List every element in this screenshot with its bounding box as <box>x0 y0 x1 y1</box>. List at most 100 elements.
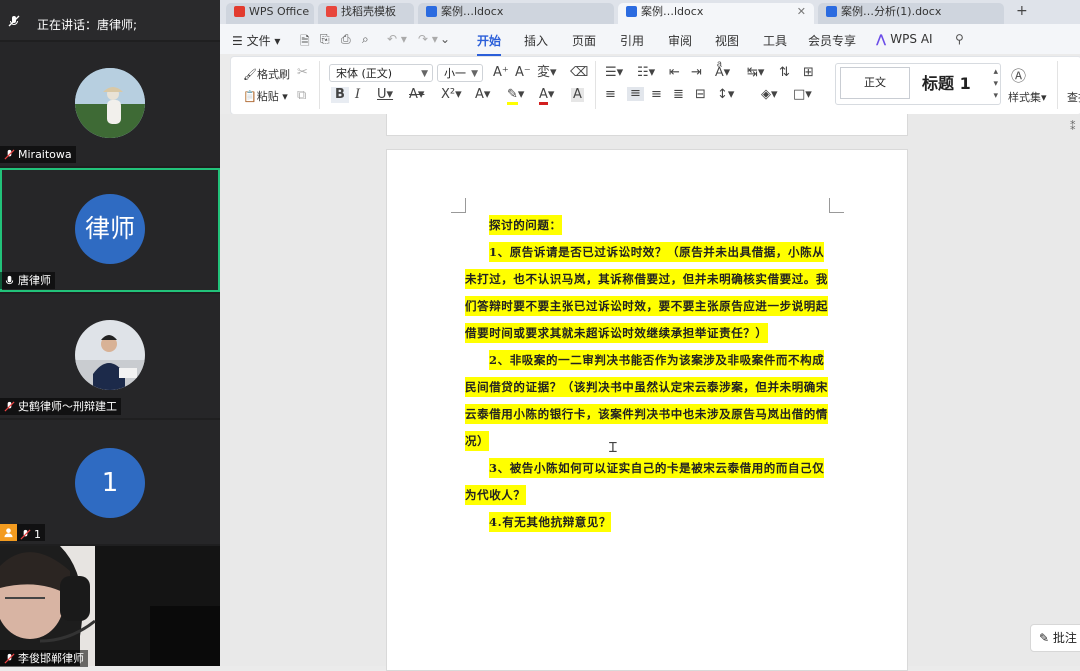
bold-button[interactable]: B <box>331 87 349 103</box>
char-shading-button[interactable]: A <box>571 88 584 102</box>
template-icon <box>326 6 337 17</box>
document-tab-bar: WPS Office 找稻壳模板 案例…ldocx 案例…ldocx ✕ 案例…分… <box>220 0 1080 24</box>
font-size-select[interactable]: 小一 ▼ <box>437 64 483 82</box>
print-preview-icon[interactable]: ⌕ <box>362 32 369 47</box>
speaking-text: 正在讲话：唐律师; <box>37 18 138 32</box>
wps-logo-icon <box>234 6 245 17</box>
show-marks-icon[interactable]: ⊞ <box>803 66 814 80</box>
decrease-indent-icon[interactable]: ⇤ <box>669 66 680 80</box>
bullet-list-icon[interactable]: ☰▾ <box>605 66 623 80</box>
increase-font-icon[interactable]: A⁺ <box>493 66 509 80</box>
line-break-icon[interactable]: ↹▾ <box>747 66 764 80</box>
underline-button[interactable]: U▾ <box>377 88 393 102</box>
tab-tools[interactable]: 工具 <box>763 32 787 49</box>
tab-page[interactable]: 页面 <box>572 32 596 49</box>
search-icon[interactable]: ⚲ <box>955 32 964 46</box>
tab-document-active[interactable]: 案例…ldocx ✕ <box>618 3 814 24</box>
align-left-icon[interactable]: ≡ <box>605 88 616 102</box>
sort-icon[interactable]: ⇅ <box>779 66 790 80</box>
edit-icon: ✎ <box>1039 631 1050 645</box>
close-icon[interactable]: ✕ <box>797 3 806 21</box>
comment-button[interactable]: ✎ 批注 <box>1030 624 1080 652</box>
shading-icon[interactable]: ◈▾ <box>761 88 778 102</box>
tab-insert[interactable]: 插入 <box>524 32 548 49</box>
decrease-font-icon[interactable]: A⁻ <box>515 66 531 80</box>
font-name-select[interactable]: 宋体 (正文) ▼ <box>329 64 433 82</box>
participant-tile-active[interactable]: 律师 唐律师 <box>0 168 220 292</box>
participant-name-bar: 史鹤律师～刑辩建工 <box>0 398 121 415</box>
tab-member[interactable]: 会员专享 <box>808 32 856 49</box>
tab-templates[interactable]: 找稻壳模板 <box>318 3 414 24</box>
participant-video-tile[interactable]: 李俊邯郸律师 <box>0 546 220 667</box>
avatar: 1 <box>75 448 145 518</box>
meeting-panel: 正在讲话：唐律师; Miraitowa 律师 唐律师 史鹤律师～刑辩建工 1 1 <box>0 0 220 667</box>
menu-file[interactable]: ☰ 文件 ▾ <box>232 32 280 49</box>
align-center-icon[interactable]: ≡ <box>627 87 644 101</box>
distribute-icon[interactable]: ⊟ <box>695 88 706 102</box>
tab-home[interactable]: 开始 <box>477 32 502 56</box>
tab-document[interactable]: 案例…ldocx <box>418 3 614 24</box>
tab-review[interactable]: 审阅 <box>668 32 692 49</box>
avatar <box>75 320 145 390</box>
find-button[interactable]: 查找 <box>1067 89 1080 105</box>
justify-icon[interactable]: ≣ <box>673 88 684 102</box>
export-pdf-icon[interactable]: ⎘ <box>320 32 330 47</box>
superscript-button[interactable]: X²▾ <box>441 88 462 102</box>
chevron-down-icon: ▼ <box>421 69 428 79</box>
new-tab-icon[interactable]: + <box>1016 3 1028 19</box>
divider <box>319 61 320 109</box>
tab-wps-office[interactable]: WPS Office <box>226 3 314 24</box>
wps-ai-icon: ⋀ <box>876 32 891 46</box>
align-right-icon[interactable]: ≡ <box>651 88 662 102</box>
participant-tile[interactable]: 史鹤律师～刑辩建工 <box>0 294 220 418</box>
doc-paragraph[interactable]: 4.有无其他抗辩意见？ <box>465 509 829 536</box>
italic-button[interactable]: I <box>355 88 360 102</box>
redo-icon[interactable]: ↷ ▾ <box>418 32 438 46</box>
tab-document[interactable]: 案例…分析(1).docx <box>818 3 1004 24</box>
participant-tile[interactable]: Miraitowa <box>0 42 220 166</box>
border-icon[interactable]: □▾ <box>793 88 812 102</box>
strikethrough-button[interactable]: A▾ <box>409 88 424 102</box>
avatar: 律师 <box>75 194 145 264</box>
participant-name-bar: 1 <box>0 524 45 541</box>
side-panel-icon[interactable]: ⁑ <box>1070 120 1076 133</box>
hamburger-icon: ☰ <box>232 34 247 48</box>
tab-wps-ai[interactable]: ⋀ WPS AI <box>876 32 933 46</box>
text-cursor-icon: Ɪ <box>609 440 617 456</box>
doc-paragraph[interactable]: 2、非吸案的一二审判决书能否作为该案涉及非吸案件而不构成民间借贷的证据？（该判决… <box>465 347 829 455</box>
save-icon[interactable]: 🗎 <box>300 32 310 53</box>
doc-paragraph[interactable]: 3、被告小陈如何可以证实自己的卡是被宋云泰借用的而自己仅为代收人？ <box>465 455 829 509</box>
tab-references[interactable]: 引用 <box>620 32 644 49</box>
previous-page <box>386 114 908 136</box>
muted-mic-icon <box>8 15 20 30</box>
highlight-button[interactable]: ✎▾ <box>507 87 524 105</box>
document-page[interactable]: 探讨的问题： 1、原告诉请是否已过诉讼时效？（原告并未出具借据，小陈从未打过，也… <box>386 149 908 671</box>
line-spacing-icon[interactable]: ↕▾ <box>717 88 734 102</box>
text-effect-button[interactable]: A▾ <box>475 88 490 102</box>
brush-icon: 🖌 <box>243 68 257 81</box>
copy-icon[interactable]: ⧉ <box>297 89 306 103</box>
numbered-list-icon[interactable]: ☷▾ <box>637 66 655 80</box>
cut-icon[interactable]: ✂ <box>297 66 308 80</box>
increase-indent-icon[interactable]: ⇥ <box>691 66 702 80</box>
paste-icon: 📋 <box>243 90 257 103</box>
style-heading-1[interactable]: 标题 1 <box>922 70 971 94</box>
tab-view[interactable]: 视图 <box>715 32 739 49</box>
font-color-button[interactable]: A▾ <box>539 87 554 105</box>
print-icon[interactable]: ⎙ <box>341 32 351 47</box>
style-normal[interactable]: 正文 <box>840 67 910 99</box>
phonetic-icon[interactable]: 変▾ <box>537 66 557 80</box>
text-direction-icon[interactable]: Aͣ▾ <box>715 66 730 80</box>
participant-tile[interactable]: 1 1 <box>0 420 220 544</box>
style-set-icon[interactable]: Ⓐ <box>1011 65 1026 86</box>
style-scroll-icon[interactable]: ▴ ▾ ▾ <box>993 66 998 102</box>
format-painter-button[interactable]: 🖌格式刷 <box>243 66 290 82</box>
paste-button[interactable]: 📋粘贴 ▾ <box>243 88 288 104</box>
chevron-down-icon[interactable]: ⌄ <box>440 32 450 46</box>
clear-format-icon[interactable]: ⌫ <box>570 66 588 80</box>
doc-heading[interactable]: 探讨的问题： <box>465 212 829 239</box>
doc-paragraph[interactable]: 1、原告诉请是否已过诉讼时效？（原告并未出具借据，小陈从未打过，也不认识马岚，其… <box>465 239 829 347</box>
chevron-down-icon: ▼ <box>471 69 478 79</box>
undo-icon[interactable]: ↶ ▾ <box>387 32 407 46</box>
style-set-button[interactable]: 样式集▾ <box>1008 89 1047 105</box>
